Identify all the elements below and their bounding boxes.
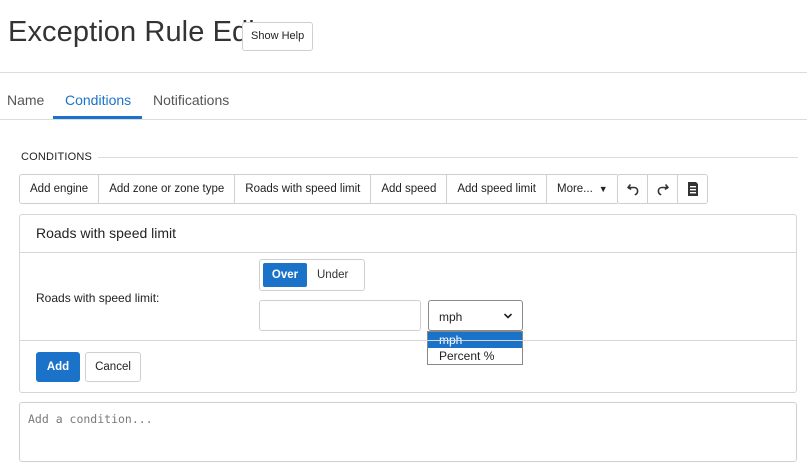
redo-button[interactable]: [647, 174, 678, 204]
tab-notifications[interactable]: Notifications: [153, 92, 229, 108]
add-condition-input[interactable]: [19, 402, 797, 462]
over-toggle-button[interactable]: Over: [263, 263, 307, 287]
page-title: Exception Rule Edit: [8, 16, 263, 48]
caret-down-icon: ▼: [598, 184, 608, 194]
cancel-button[interactable]: Cancel: [85, 352, 141, 382]
more-button[interactable]: More... ▼: [545, 174, 619, 204]
under-toggle-button[interactable]: Under: [317, 263, 348, 287]
redo-icon: [657, 184, 669, 196]
panel-title: Roads with speed limit: [36, 225, 177, 241]
unit-option-percent[interactable]: Percent %: [428, 348, 522, 364]
speed-input[interactable]: [259, 300, 421, 331]
unit-select[interactable]: mph: [428, 300, 523, 331]
add-condition-placeholder: Add a condition...: [28, 412, 153, 426]
roads-with-speed-limit-button[interactable]: Roads with speed limit: [234, 174, 372, 204]
clipboard-icon: [687, 182, 698, 196]
undo-icon: [626, 184, 638, 196]
conditions-legend: CONDITIONS: [21, 151, 93, 163]
add-speed-button[interactable]: Add speed: [370, 174, 448, 204]
speed-limit-field-label: Roads with speed limit:: [36, 291, 160, 305]
add-button[interactable]: Add: [36, 352, 80, 382]
unit-select-value: mph: [439, 310, 463, 324]
clipboard-button[interactable]: [677, 174, 708, 204]
header-divider: [0, 72, 807, 73]
chevron-down-icon: [504, 313, 512, 319]
unit-dropdown-list: mph Percent %: [427, 331, 523, 365]
conditions-toolbar: Add engine Add zone or zone type Roads w…: [19, 174, 619, 204]
tab-conditions[interactable]: Conditions: [65, 92, 131, 108]
tabs-divider: [0, 119, 807, 120]
more-button-label: More...: [556, 183, 593, 195]
conditions-legend-line: [98, 157, 798, 158]
history-toolbar: [617, 174, 708, 204]
add-zone-button[interactable]: Add zone or zone type: [98, 174, 236, 204]
panel-header-divider: [20, 252, 796, 253]
tab-name[interactable]: Name: [7, 92, 44, 108]
add-speed-limit-button[interactable]: Add speed limit: [446, 174, 547, 204]
undo-button[interactable]: [617, 174, 648, 204]
show-help-button[interactable]: Show Help: [242, 22, 314, 51]
add-engine-button[interactable]: Add engine: [19, 174, 100, 204]
panel-footer-divider: [20, 340, 796, 341]
